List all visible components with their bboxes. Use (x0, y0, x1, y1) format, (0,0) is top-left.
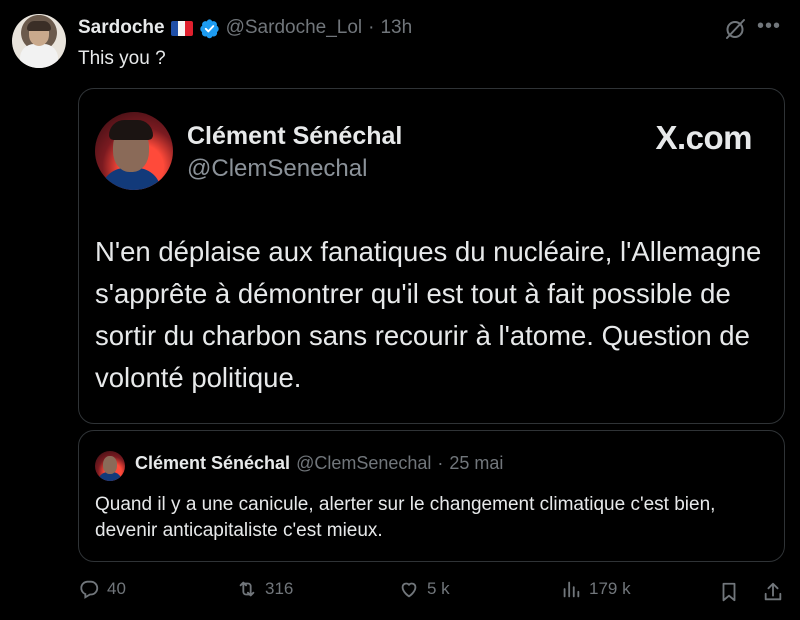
separator-dot: · (368, 17, 375, 38)
verified-badge-icon (199, 18, 219, 38)
repost-icon (239, 581, 255, 597)
like-button[interactable]: 5 k (398, 578, 450, 600)
views-count: 179 k (589, 579, 631, 598)
grok-icon[interactable] (723, 17, 747, 41)
action-bar: 40 316 5 k 179 k (78, 578, 788, 608)
card-author-name: Clément Sénéchal (187, 122, 403, 150)
quoted-separator: · (437, 453, 444, 473)
reply-count: 40 (107, 579, 126, 598)
quoted-text: Quand il y a une canicule, alerter sur l… (95, 494, 716, 541)
views-button[interactable]: 179 k (560, 578, 631, 600)
author-avatar[interactable] (12, 14, 66, 68)
quoted-avatar (95, 451, 125, 481)
like-icon (401, 582, 417, 598)
french-flag-icon (170, 20, 193, 36)
quoted-author-name: Clément Sénéchal (135, 453, 291, 473)
x-com-logo: X.com (655, 119, 752, 156)
card-text: N'en déplaise aux fanatiques du nucléair… (95, 236, 762, 393)
bookmark-icon[interactable] (718, 581, 740, 603)
card-author-handle: @ClemSenechal (187, 155, 368, 182)
quoted-header: Clément Sénéchal @ClemSenechal · 25 mai (135, 453, 503, 474)
repost-button[interactable]: 316 (236, 578, 293, 600)
quoted-tweet[interactable]: Clément Sénéchal @ClemSenechal · 25 mai … (78, 430, 785, 562)
quoted-date: 25 mai (449, 453, 504, 473)
card-avatar (95, 112, 173, 190)
quoted-author-handle: @ClemSenechal (296, 453, 432, 473)
author-name[interactable]: Sardoche (78, 17, 165, 39)
embedded-screenshot-card[interactable]: Clément Sénéchal @ClemSenechal X.com N'e… (78, 88, 785, 424)
share-icon[interactable] (762, 581, 784, 603)
more-icon[interactable]: ••• (757, 15, 781, 38)
views-icon (563, 581, 580, 598)
reply-icon (80, 580, 99, 599)
author-handle[interactable]: @Sardoche_Lol (226, 17, 363, 39)
tweet-text: This you ? (78, 48, 166, 69)
reply-button[interactable]: 40 (78, 578, 126, 600)
like-count: 5 k (427, 579, 450, 598)
tweet-time[interactable]: 13h (380, 17, 412, 39)
repost-count: 316 (265, 579, 294, 598)
tweet-header: Sardoche @Sardoche_Lol · 13h (78, 16, 412, 40)
